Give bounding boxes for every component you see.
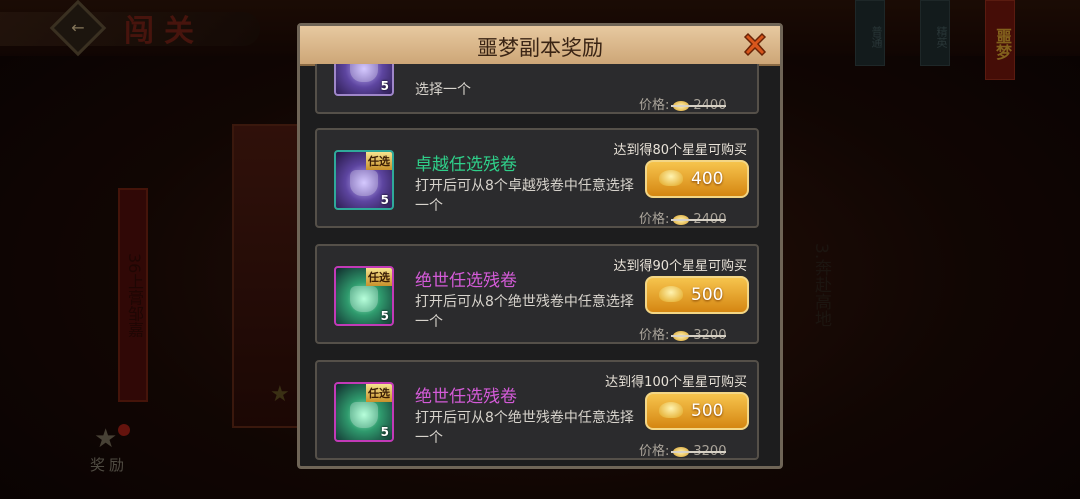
purple-chest-icon: 5 <box>334 64 394 96</box>
green-chest-icon: 任选 5 <box>334 382 394 442</box>
close-button[interactable] <box>740 30 770 60</box>
item-name: 绝世任选残卷 <box>415 387 517 407</box>
reward-dialog: 噩梦副本奖励 5 选择一个 价格: 2400 任选 5 卓越任选残卷 打开后可从… <box>297 23 783 469</box>
item-description: 打开后可从8个绝世残卷中任意选择一个 <box>415 294 634 330</box>
chest-shape <box>350 170 378 196</box>
original-price: 价格: 3200 <box>639 324 726 343</box>
chest-shape <box>350 402 378 428</box>
item-requirement: 达到得80个星星可购买 <box>613 143 747 158</box>
buy-price: 400 <box>691 169 724 189</box>
chest-shape <box>350 286 378 312</box>
item-description: 打开后可从8个卓越残卷中任意选择一个 <box>415 178 634 214</box>
dialog-title: 噩梦副本奖励 <box>477 36 603 60</box>
original-price: 价格: 3200 <box>639 440 726 459</box>
select-tag: 任选 <box>366 384 392 402</box>
list-item: 任选 5 绝世任选残卷 打开后可从8个绝世残卷中任意选择一个 达到得100个星星… <box>315 360 759 460</box>
buy-button[interactable]: 400 <box>645 160 749 198</box>
chest-shape <box>350 64 378 82</box>
item-count: 5 <box>380 309 389 323</box>
price-label: 价格: <box>639 212 670 227</box>
price-label: 价格: <box>639 98 670 113</box>
dialog-header: 噩梦副本奖励 <box>300 26 780 66</box>
select-tag: 任选 <box>366 268 392 286</box>
item-name: 绝世任选残卷 <box>415 271 517 291</box>
list-item: 5 选择一个 价格: 2400 <box>315 64 759 114</box>
item-name: 卓越任选残卷 <box>415 155 517 175</box>
list-item: 任选 5 卓越任选残卷 打开后可从8个卓越残卷中任意选择一个 达到得80个星星可… <box>315 128 759 228</box>
original-price-value: 3200 <box>693 328 727 343</box>
original-price-value: 3200 <box>693 444 727 459</box>
original-price-value: 2400 <box>693 98 727 113</box>
reward-list[interactable]: 5 选择一个 价格: 2400 任选 5 卓越任选残卷 打开后可从8个卓越残卷中任… <box>315 64 765 464</box>
item-count: 5 <box>380 193 389 207</box>
select-tag: 任选 <box>366 152 392 170</box>
buy-price: 500 <box>691 285 724 305</box>
green-chest-icon: 任选 5 <box>334 266 394 326</box>
item-description: 选择一个 <box>415 82 471 98</box>
gold-ingot-icon <box>659 286 683 302</box>
buy-button[interactable]: 500 <box>645 392 749 430</box>
purple-chest-icon: 任选 5 <box>334 150 394 210</box>
original-price: 价格: 2400 <box>639 208 726 227</box>
item-requirement: 达到得100个星星可购买 <box>605 375 747 390</box>
buy-price: 500 <box>691 401 724 421</box>
item-count: 5 <box>380 79 389 93</box>
item-count: 5 <box>380 425 389 439</box>
gold-ingot-icon <box>659 402 683 418</box>
buy-button[interactable]: 500 <box>645 276 749 314</box>
original-price: 价格: 2400 <box>639 94 726 113</box>
item-requirement: 达到得90个星星可购买 <box>613 259 747 274</box>
close-icon <box>743 32 767 57</box>
price-label: 价格: <box>639 444 670 459</box>
item-description: 打开后可从8个绝世残卷中任意选择一个 <box>415 410 634 446</box>
original-price-value: 2400 <box>693 212 727 227</box>
gold-ingot-icon <box>659 170 683 186</box>
price-label: 价格: <box>639 328 670 343</box>
list-item: 任选 5 绝世任选残卷 打开后可从8个绝世残卷中任意选择一个 达到得90个星星可… <box>315 244 759 344</box>
